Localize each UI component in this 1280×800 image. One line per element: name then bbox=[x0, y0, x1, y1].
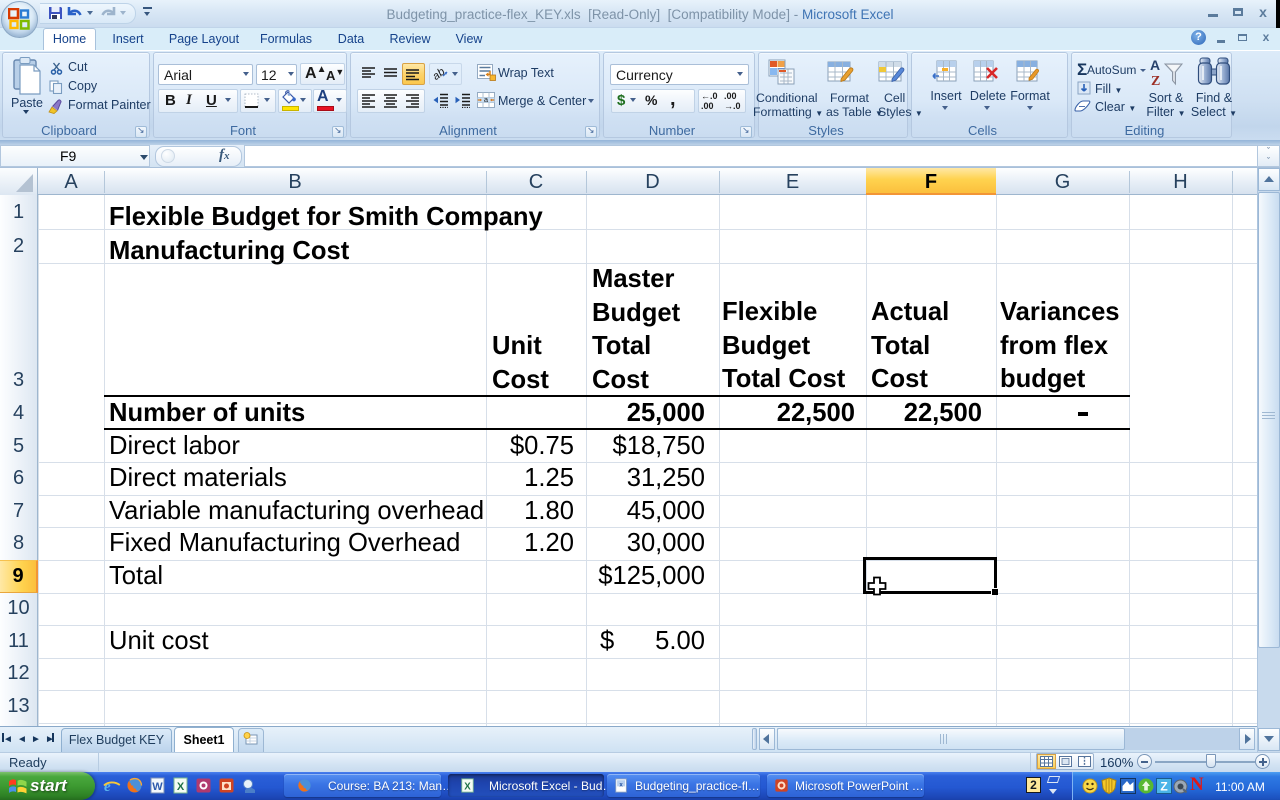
svg-text:A: A bbox=[1150, 58, 1160, 73]
svg-text:x: x bbox=[619, 781, 623, 788]
svg-text:X: X bbox=[464, 781, 471, 792]
svg-text:W: W bbox=[152, 781, 163, 793]
svg-text:Z: Z bbox=[1160, 780, 1167, 794]
svg-text:X: X bbox=[177, 781, 185, 793]
svg-text:e: e bbox=[104, 779, 111, 794]
svg-text:Z: Z bbox=[1151, 74, 1160, 88]
